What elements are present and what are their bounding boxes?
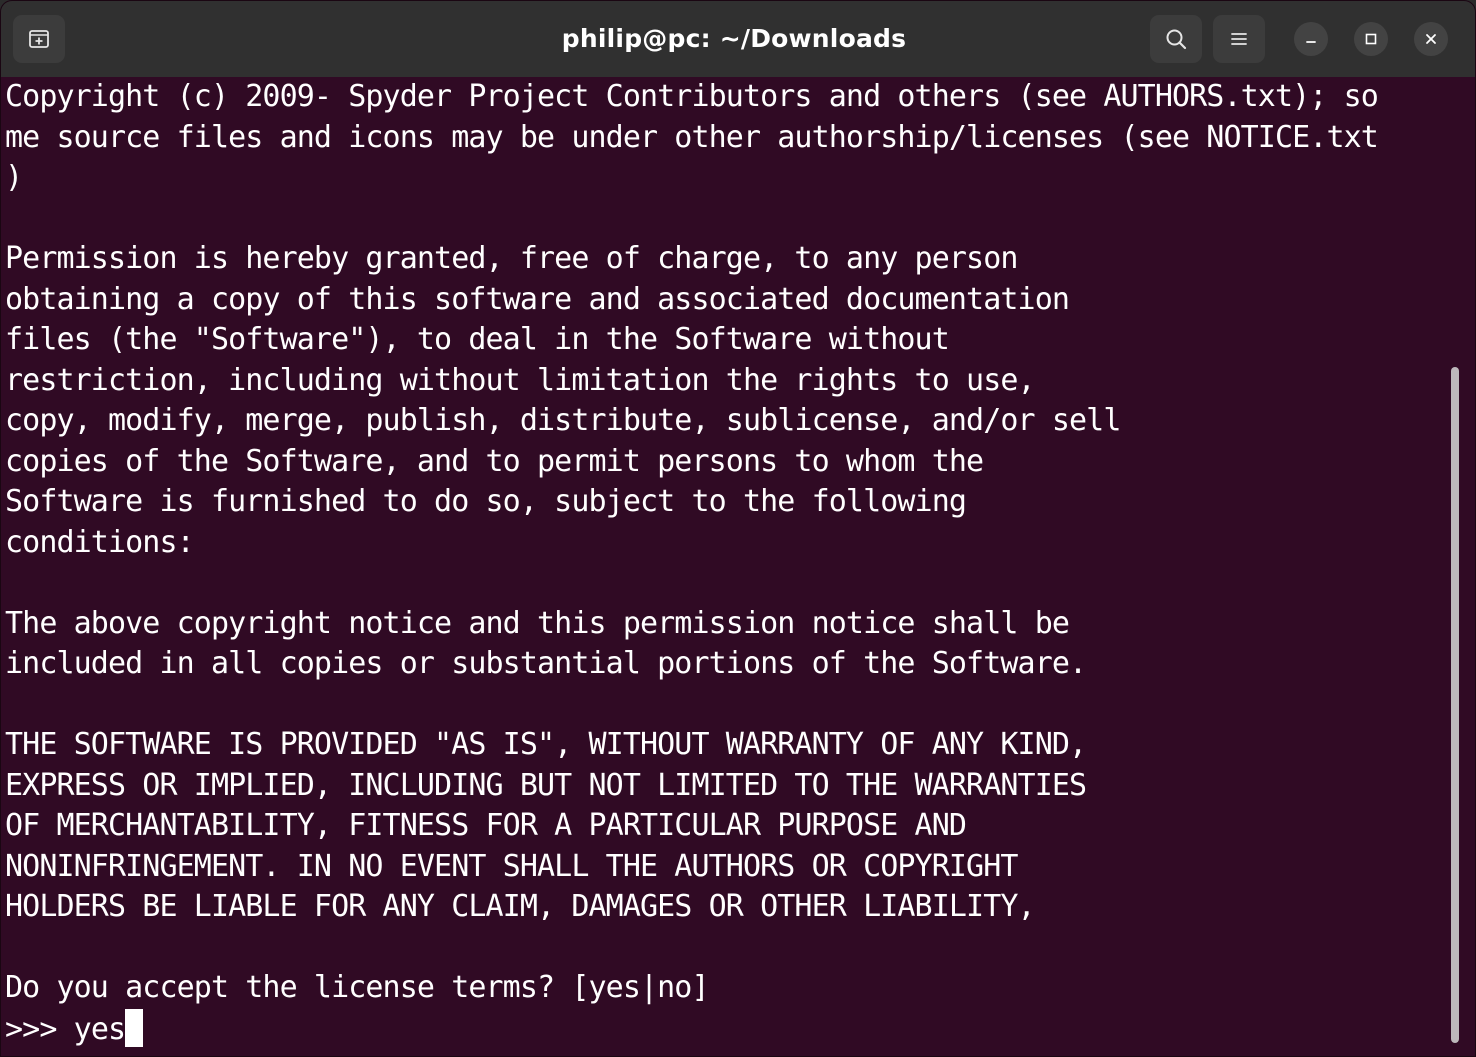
search-button[interactable] — [1150, 15, 1202, 63]
terminal-line: conditions: — [5, 524, 195, 560]
new-tab-icon — [29, 30, 49, 48]
terminal-line: Do you accept the license terms? [yes|no… — [5, 970, 710, 1005]
terminal-line: Copyright (c) 2009- Spyder Project Contr… — [5, 79, 1379, 114]
terminal-line: ) — [5, 160, 23, 195]
maximize-button[interactable] — [1354, 22, 1388, 56]
terminal-line: included in all copies or substantial po… — [5, 646, 1087, 681]
terminal-line: OF MERCHANTABILITY, FITNESS FOR A PARTIC… — [5, 808, 967, 843]
terminal-input[interactable]: yes — [74, 1012, 126, 1047]
new-tab-button[interactable] — [13, 15, 65, 63]
terminal-line: EXPRESS OR IMPLIED, INCLUDING BUT NOT LI… — [5, 767, 1087, 803]
terminal-line: HOLDERS BE LIABLE FOR ANY CLAIM, DAMAGES… — [5, 889, 1036, 924]
minimize-button[interactable] — [1294, 22, 1328, 56]
prompt-line[interactable]: >>> yes — [5, 1008, 1445, 1050]
scrollbar[interactable] — [1449, 77, 1463, 1047]
terminal-window: philip@pc: ~/Downloads Copyright (c) 200… — [0, 0, 1476, 1057]
terminal-line: obtaining a copy of this software and as… — [5, 281, 1070, 317]
terminal-line: Software is furnished to do so, subject … — [5, 484, 967, 519]
maximize-icon — [1365, 33, 1377, 45]
shell-prompt: >>> — [5, 1011, 74, 1047]
terminal-line: copies of the Software, and to permit pe… — [5, 443, 984, 479]
search-icon — [1166, 29, 1187, 50]
minimize-icon — [1306, 41, 1316, 43]
title-bar[interactable]: philip@pc: ~/Downloads — [1, 1, 1475, 77]
scrollbar-thumb[interactable] — [1451, 367, 1459, 1043]
terminal-line: restriction, including without limitatio… — [5, 362, 1036, 398]
hamburger-menu-icon — [1231, 33, 1247, 45]
menu-button[interactable] — [1213, 15, 1265, 63]
window-title: philip@pc: ~/Downloads — [561, 24, 907, 53]
terminal-line: THE SOFTWARE IS PROVIDED "AS IS", WITHOU… — [5, 727, 1087, 762]
close-button[interactable] — [1414, 22, 1448, 56]
terminal-output[interactable]: Copyright (c) 2009- Spyder Project Contr… — [5, 77, 1445, 1055]
close-icon — [1426, 34, 1436, 44]
terminal-line: copy, modify, merge, publish, distribute… — [5, 403, 1121, 438]
terminal-line: files (the "Software"), to deal in the S… — [5, 322, 950, 357]
text-cursor — [125, 1008, 144, 1047]
terminal-line: The above copyright notice and this perm… — [5, 605, 1070, 641]
terminal-line: me source files and icons may be under o… — [5, 119, 1379, 155]
terminal-line: Permission is hereby granted, free of ch… — [5, 241, 1018, 276]
terminal-line: NONINFRINGEMENT. IN NO EVENT SHALL THE A… — [5, 848, 1018, 884]
